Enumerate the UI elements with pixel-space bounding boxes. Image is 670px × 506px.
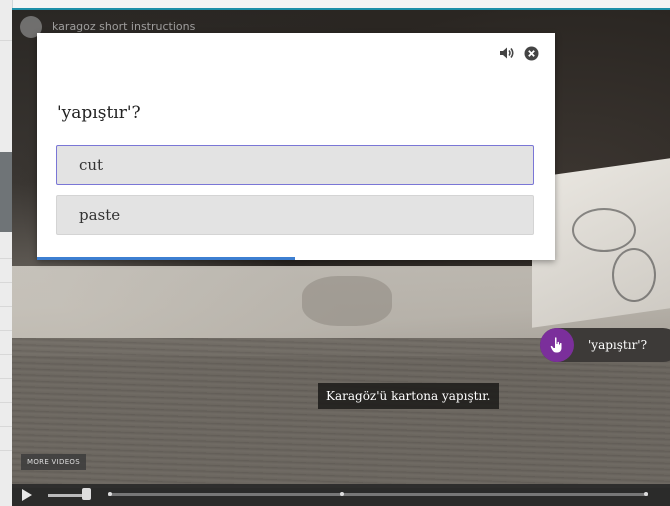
player-control-bar xyxy=(12,484,670,506)
divider xyxy=(0,258,12,259)
hotspot-label: 'yapıştır'? xyxy=(588,338,648,352)
divider xyxy=(0,450,12,451)
hand-pointer-icon xyxy=(540,328,574,362)
answer-option-paste[interactable]: paste xyxy=(56,195,534,235)
modal-toolbar xyxy=(499,45,539,61)
answer-option-cut[interactable]: cut xyxy=(56,145,534,185)
subtitle-caption: Karagöz'ü kartona yapıştır. xyxy=(318,383,499,409)
video-doodle xyxy=(572,208,636,252)
player-title: karagoz short instructions xyxy=(52,20,196,33)
divider xyxy=(0,354,12,355)
divider xyxy=(0,282,12,283)
divider xyxy=(0,40,12,41)
volume-knob[interactable] xyxy=(82,488,91,500)
timeline-marker[interactable] xyxy=(108,492,112,496)
side-block xyxy=(0,152,12,232)
divider xyxy=(0,426,12,427)
video-doodle xyxy=(612,248,656,302)
quiz-question: 'yapıştır'? xyxy=(57,103,141,123)
hotspot-tag[interactable]: 'yapıştır'? xyxy=(540,328,670,362)
answer-option-label: paste xyxy=(79,206,121,224)
timeline-marker[interactable] xyxy=(340,492,344,496)
play-icon[interactable] xyxy=(22,489,32,501)
more-videos-button[interactable]: MORE VIDEOS xyxy=(21,454,86,470)
timeline-marker[interactable] xyxy=(644,492,648,496)
divider xyxy=(0,402,12,403)
video-shadow xyxy=(302,276,392,326)
modal-progress-bar xyxy=(37,257,295,260)
divider xyxy=(0,306,12,307)
player-top-border xyxy=(12,8,670,10)
divider xyxy=(0,330,12,331)
quiz-modal: 'yapıştır'? cut paste xyxy=(37,33,555,260)
divider xyxy=(0,378,12,379)
close-icon[interactable] xyxy=(523,45,539,61)
timeline-scrubber[interactable] xyxy=(108,492,648,496)
speaker-icon[interactable] xyxy=(499,45,515,61)
answer-option-label: cut xyxy=(79,156,104,174)
